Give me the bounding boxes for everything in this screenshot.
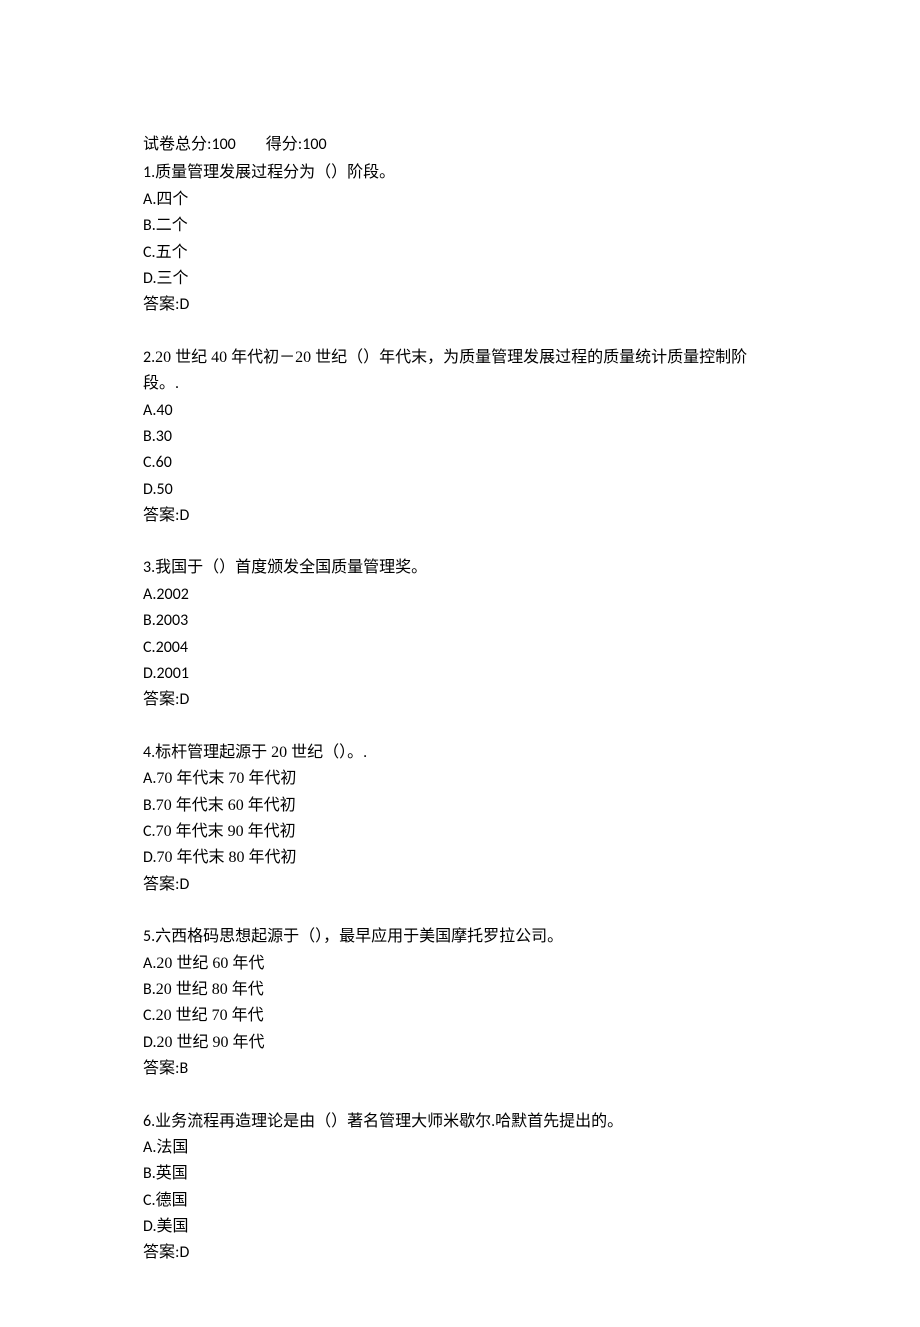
answer-line: 答案:D	[143, 503, 780, 529]
option-d: D.美国	[143, 1214, 780, 1240]
answer-line: 答案:D	[143, 872, 780, 898]
answer-line: 答案:D	[143, 687, 780, 713]
question-5: 5.六西格码思想起源于（），最早应用于美国摩托罗拉公司。 A.20 世纪 60 …	[143, 924, 780, 1082]
option-a: A.2002	[143, 582, 780, 608]
option-a: A.四个	[143, 187, 780, 213]
question-stem-cont: 段。.	[143, 371, 780, 397]
total-score-label: 试卷总分:	[143, 136, 211, 153]
option-c: C.2004	[143, 635, 780, 661]
question-4: 4.标杆管理起源于 20 世纪（）。. A.70 年代末 70 年代初 B.70…	[143, 740, 780, 898]
option-c: C.70 年代末 90 年代初	[143, 819, 780, 845]
question-stem: 6.业务流程再造理论是由（）著名管理大师米歇尔.哈默首先提出的。	[143, 1109, 780, 1135]
question-stem: 3.我国于（）首度颁发全国质量管理奖。	[143, 555, 780, 581]
option-b: B.二个	[143, 213, 780, 239]
option-b: B.20 世纪 80 年代	[143, 977, 780, 1003]
option-c: C.五个	[143, 240, 780, 266]
question-1: 1.质量管理发展过程分为（）阶段。 A.四个 B.二个 C.五个 D.三个 答案…	[143, 160, 780, 318]
option-c: C.德国	[143, 1188, 780, 1214]
option-a: A.40	[143, 398, 780, 424]
answer-line: 答案:D	[143, 292, 780, 318]
question-stem: 5.六西格码思想起源于（），最早应用于美国摩托罗拉公司。	[143, 924, 780, 950]
answer-line: 答案:D	[143, 1240, 780, 1266]
option-a: A.法国	[143, 1135, 780, 1161]
total-score-value: 100	[211, 135, 235, 154]
obtained-score-label: 得分:	[266, 136, 302, 153]
question-stem: 4.标杆管理起源于 20 世纪（）。.	[143, 740, 780, 766]
question-stem: 2.20 世纪 40 年代初－20 世纪（）年代末，为质量管理发展过程的质量统计…	[143, 345, 780, 371]
option-d: D.2001	[143, 661, 780, 687]
obtained-score-value: 100	[302, 135, 326, 154]
score-header: 试卷总分:100得分:100	[143, 132, 780, 158]
option-c: C.60	[143, 450, 780, 476]
question-3: 3.我国于（）首度颁发全国质量管理奖。 A.2002 B.2003 C.2004…	[143, 555, 780, 713]
option-b: B.英国	[143, 1161, 780, 1187]
answer-line: 答案:B	[143, 1056, 780, 1082]
option-d: D.50	[143, 477, 780, 503]
question-2: 2.20 世纪 40 年代初－20 世纪（）年代末，为质量管理发展过程的质量统计…	[143, 345, 780, 530]
option-c: C.20 世纪 70 年代	[143, 1003, 780, 1029]
option-a: A.20 世纪 60 年代	[143, 951, 780, 977]
option-d: D.70 年代末 80 年代初	[143, 845, 780, 871]
option-d: D.20 世纪 90 年代	[143, 1030, 780, 1056]
option-b: B.2003	[143, 608, 780, 634]
option-d: D.三个	[143, 266, 780, 292]
exam-page: 试卷总分:100得分:100 1.质量管理发展过程分为（）阶段。 A.四个 B.…	[0, 0, 920, 1327]
option-b: B.70 年代末 60 年代初	[143, 793, 780, 819]
option-b: B.30	[143, 424, 780, 450]
question-stem: 1.质量管理发展过程分为（）阶段。	[143, 160, 780, 186]
question-6: 6.业务流程再造理论是由（）著名管理大师米歇尔.哈默首先提出的。 A.法国 B.…	[143, 1109, 780, 1267]
option-a: A.70 年代末 70 年代初	[143, 766, 780, 792]
